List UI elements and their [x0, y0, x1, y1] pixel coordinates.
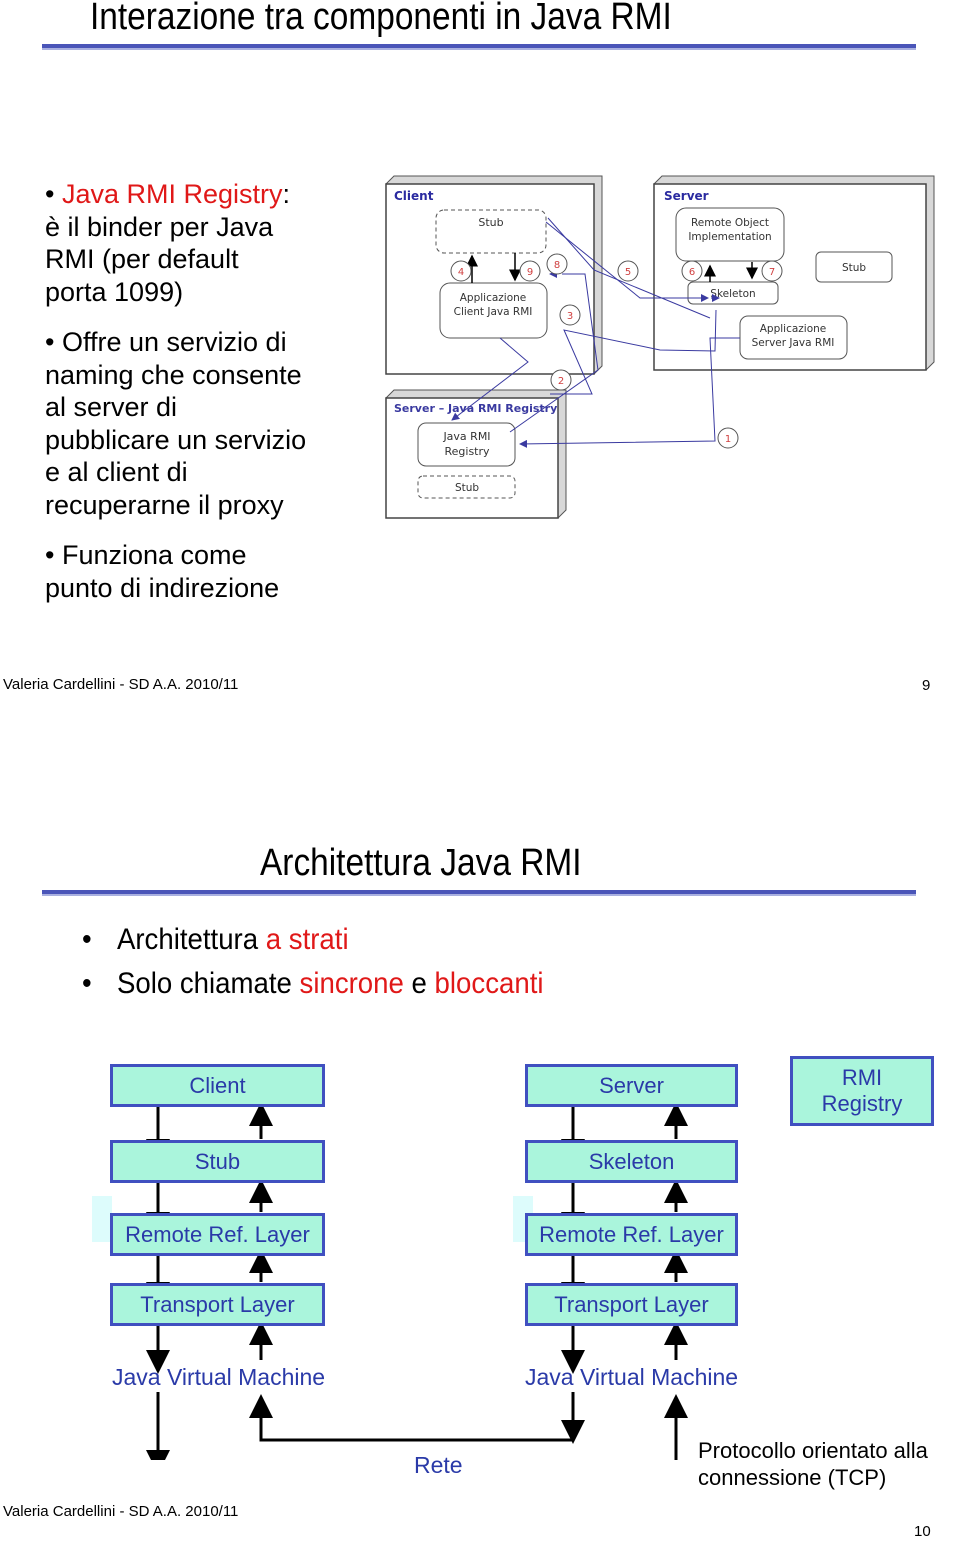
title-underline [42, 890, 916, 896]
svg-text:Client Java RMI: Client Java RMI [454, 306, 533, 318]
step-8: 8 [546, 253, 568, 275]
svg-text:8: 8 [554, 260, 560, 271]
svg-text:3: 3 [567, 311, 573, 322]
network-to-client [249, 1394, 573, 1442]
svg-text:7: 7 [769, 267, 775, 278]
svg-text:Java RMI: Java RMI [442, 430, 490, 443]
server-remote-ref-layer: Remote Ref. Layer [525, 1213, 738, 1256]
bullet-registry: • Java RMI Registry: è il binder per Jav… [45, 179, 291, 307]
svg-text:Implementation: Implementation [688, 231, 771, 243]
stub-layer: Stub [110, 1140, 325, 1183]
svg-text:4: 4 [458, 267, 464, 278]
svg-text:Stub: Stub [478, 216, 503, 229]
svg-text:Server: Server [664, 189, 709, 203]
step-3: 3 [559, 304, 581, 326]
step-5: 5 [617, 260, 639, 282]
svg-text:Registry: Registry [444, 445, 490, 458]
registry-highlight: Java RMI Registry [61, 179, 283, 209]
slide9-bullets: • Java RMI Registry: è il binder per Jav… [45, 178, 385, 622]
svg-text:6: 6 [689, 267, 695, 278]
svg-text:Applicazione: Applicazione [460, 292, 527, 304]
slide9-title: Interazione tra componenti in Java RMI [90, 0, 672, 38]
step-4: 4 [450, 260, 472, 282]
slide10-bullet-2: • Solo chiamate sincrone e bloccanti [82, 962, 543, 1006]
svg-text:5: 5 [625, 267, 631, 278]
slide10-bullet-1: • Architettura a strati [82, 918, 349, 962]
svg-text:Stub: Stub [455, 482, 479, 494]
bullet-dot: • [45, 327, 55, 357]
network-to-server [664, 1394, 688, 1460]
step-2: 2 [550, 369, 572, 391]
client-layer: Client [110, 1064, 325, 1107]
svg-text:9: 9 [527, 267, 533, 278]
server-jvm-label: Java Virtual Machine [525, 1364, 739, 1390]
svg-text:2: 2 [558, 376, 564, 387]
protocol-note: Protocollo orientato alla connessione (T… [698, 1438, 928, 1490]
client-transport-layer: Transport Layer [110, 1283, 325, 1326]
rmi-interaction-diagram: Client Stub Applicazione Client Java RMI… [385, 175, 935, 519]
slide10-title: Architettura Java RMI [260, 842, 582, 884]
bullet-dot: • [45, 179, 55, 209]
svg-text:Remote Object: Remote Object [691, 217, 769, 229]
svg-text:Server Java RMI: Server Java RMI [752, 337, 835, 349]
bullet-indirection: • Funziona come punto di indirezione [45, 540, 280, 603]
network-label: Rete [414, 1452, 463, 1478]
client-container: Client [385, 175, 603, 375]
skeleton-layer: Skeleton [525, 1140, 738, 1183]
rmi-registry-box: RMI Registry [790, 1056, 934, 1126]
step-1: 1 [717, 427, 739, 449]
svg-text:1: 1 [725, 434, 731, 445]
step-9: 9 [519, 260, 541, 282]
bullet-dot: • [82, 967, 92, 1000]
slide9-footer: Valeria Cardellini - SD A.A. 2010/11 [3, 676, 239, 693]
svg-text:Server – Java RMI Registry: Server – Java RMI Registry [394, 402, 557, 415]
server-transport-layer: Transport Layer [525, 1283, 738, 1326]
slide9-page-number: 9 [922, 677, 931, 694]
svg-text:Stub: Stub [842, 262, 866, 274]
bullet-naming: • Offre un servizio di naming che consen… [45, 327, 307, 520]
client-jvm-label: Java Virtual Machine [112, 1364, 326, 1390]
slide10-footer: Valeria Cardellini - SD A.A. 2010/11 [3, 1503, 239, 1520]
svg-text:Applicazione: Applicazione [760, 323, 827, 335]
step-6: 6 [681, 260, 703, 282]
bullet-dot: • [82, 923, 92, 956]
client-remote-ref-layer: Remote Ref. Layer [110, 1213, 325, 1256]
step-7: 7 [761, 260, 783, 282]
title-underline [42, 44, 916, 50]
bullet-dot: • [45, 540, 55, 570]
server-layer: Server [525, 1064, 738, 1107]
slide10-page-number: 10 [914, 1523, 931, 1540]
svg-text:Client: Client [394, 189, 434, 203]
